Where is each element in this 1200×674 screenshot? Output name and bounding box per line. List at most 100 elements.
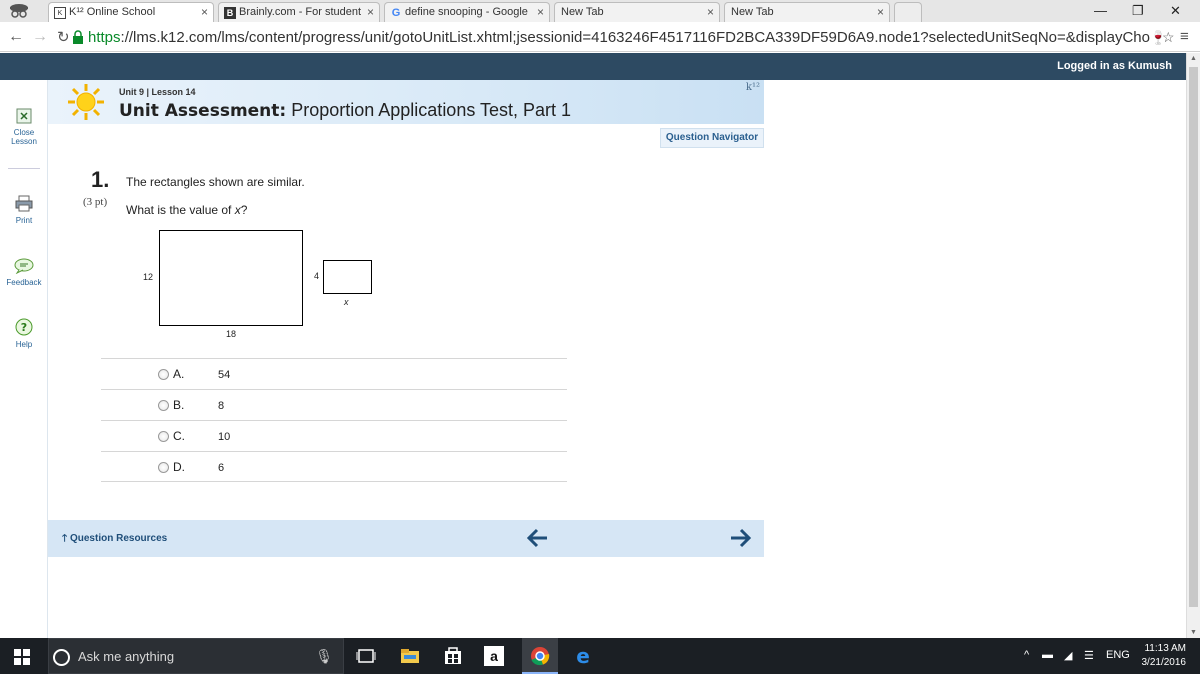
minimize-icon[interactable]: — [1094, 3, 1107, 18]
radio-button[interactable] [158, 369, 169, 380]
url-scheme: https [88, 29, 121, 46]
small-rect-height-label: 4 [314, 271, 320, 281]
printer-icon [15, 195, 33, 212]
answer-choice[interactable]: A. 54 [101, 358, 567, 389]
incognito-user-icon[interactable] [4, 1, 34, 21]
question-navigator-button[interactable]: Question Navigator [660, 128, 764, 148]
cortana-icon [53, 649, 70, 666]
new-tab-button[interactable] [894, 2, 922, 22]
title-rest: Proportion Applications Test, Part 1 [286, 100, 572, 120]
forward-arrow-icon[interactable]: → [32, 28, 48, 46]
help-button[interactable]: ? Help [0, 318, 48, 349]
tab-brainly[interactable]: B Brainly.com - For student × [218, 2, 380, 22]
action-center-icon[interactable]: ☰ [1084, 649, 1094, 662]
svg-text:a: a [490, 648, 498, 664]
question-points: (3 pt) [83, 196, 108, 208]
close-icon[interactable]: × [877, 5, 884, 19]
answer-choice[interactable]: B. 8 [101, 389, 567, 420]
restore-icon[interactable]: ❐ [1132, 3, 1144, 19]
back-arrow-icon[interactable]: ← [8, 28, 24, 46]
clock-time: 11:13 AM [1144, 643, 1186, 654]
question-resources-button[interactable]: 🡑 Question Resources [62, 531, 167, 548]
close-lesson-button[interactable]: Close Lesson [0, 108, 48, 146]
small-rect-width-label: x [344, 297, 349, 307]
browser-tab-bar: K K¹² Online School × B Brainly.com - Fo… [0, 0, 1200, 22]
radio-button[interactable] [158, 431, 169, 442]
answer-choices: A. 54 B. 8 C. 10 D. 6 [101, 358, 567, 482]
scroll-down-icon[interactable]: ▼ [1190, 629, 1197, 636]
choice-letter: D. [173, 460, 185, 474]
search-placeholder: Ask me anything [78, 649, 175, 664]
title-bold: Unit Assessment: [119, 101, 287, 121]
menu-icon[interactable]: ≡ [1180, 28, 1189, 45]
chrome-icon[interactable] [530, 646, 550, 666]
task-view-icon[interactable] [356, 646, 376, 666]
next-arrow-icon[interactable] [728, 528, 752, 548]
tab-title: New Tab [561, 6, 604, 18]
close-lesson-icon [16, 108, 32, 124]
url-path: ://lms.k12.com/lms/content/progress/unit… [120, 29, 1150, 46]
tab-new-1[interactable]: New Tab × [554, 2, 720, 22]
reload-icon[interactable]: ↻ [57, 28, 70, 46]
sun-logo-icon [68, 84, 104, 120]
show-hidden-icons-icon[interactable]: ^ [1024, 649, 1029, 661]
tab-k12[interactable]: K K¹² Online School × [48, 2, 214, 22]
battery-icon[interactable]: ▬ [1042, 649, 1053, 661]
feedback-button[interactable]: Feedback [0, 258, 48, 287]
up-arrow-icon: 🡑 [62, 533, 70, 544]
question-text: The rectangles shown are similar. [126, 175, 305, 189]
scrollbar-thumb[interactable] [1189, 67, 1198, 607]
language-indicator[interactable]: ENG [1106, 649, 1130, 661]
clock-date: 3/21/2016 [1141, 657, 1187, 668]
choice-letter: A. [173, 367, 185, 381]
edge-icon[interactable]: e [573, 646, 593, 666]
close-icon[interactable]: × [367, 5, 374, 19]
close-icon[interactable]: × [707, 5, 714, 19]
page-scrollbar[interactable]: ▲ ▼ [1186, 53, 1200, 638]
tab-google[interactable]: G define snooping - Google × [384, 2, 550, 22]
print-button[interactable]: Print [0, 194, 48, 225]
radio-button[interactable] [158, 462, 169, 473]
radio-button[interactable] [158, 400, 169, 411]
page-title: Unit Assessment: Proportion Applications… [119, 100, 571, 121]
address-bar: ← → ↻ https://lms.k12.com/lms/content/pr… [0, 22, 1200, 52]
window-close-icon[interactable]: ✕ [1170, 3, 1181, 19]
wifi-icon[interactable]: ◢ [1064, 649, 1072, 662]
url-field[interactable]: https://lms.k12.com/lms/content/progress… [88, 29, 1150, 46]
lesson-toolbar: Close Lesson Print Feedback ? Help [0, 80, 48, 638]
bookmark-star-icon[interactable]: ☆ [1162, 29, 1175, 46]
tab-title: define snooping - Google [405, 6, 528, 18]
scroll-up-icon[interactable]: ▲ [1190, 55, 1197, 62]
question-resources-label: Question Resources [69, 533, 168, 544]
svg-text:e: e [576, 646, 590, 666]
previous-arrow-icon[interactable] [526, 528, 550, 548]
question-prompt: What is the value of x? [126, 203, 247, 217]
close-icon[interactable]: × [537, 5, 544, 19]
windows-taskbar: Ask me anything 🎙 a e ^ ▬ ◢ ☰ ENG 11:13 … [0, 638, 1200, 674]
choice-value: 54 [218, 369, 231, 381]
taskbar-clock[interactable]: 11:13 AM 3/21/2016 [1142, 642, 1187, 670]
svg-text:?: ? [21, 321, 27, 334]
logged-in-label: Logged in as Kumush [1057, 60, 1172, 72]
answer-choice[interactable]: D. 6 [101, 451, 567, 482]
brainly-favicon-icon: B [224, 7, 236, 19]
amazon-icon[interactable]: a [484, 646, 504, 666]
close-lesson-label-2: Lesson [11, 137, 37, 146]
cortana-search-box[interactable]: Ask me anything 🎙 [48, 638, 344, 674]
answer-choice[interactable]: C. 10 [101, 420, 567, 451]
file-explorer-icon[interactable] [400, 646, 420, 666]
microphone-icon[interactable]: 🎙 [315, 648, 333, 665]
store-icon[interactable] [443, 646, 463, 666]
tab-new-2[interactable]: New Tab × [724, 2, 890, 22]
close-icon[interactable]: × [201, 5, 208, 19]
choice-value: 8 [218, 400, 225, 412]
windows-start-icon[interactable] [14, 649, 30, 665]
google-favicon-icon: G [391, 7, 401, 19]
site-header: Logged in as Kumush [0, 53, 1186, 80]
large-rectangle [159, 230, 303, 326]
tab-title: K¹² Online School [69, 6, 156, 18]
tab-title: Brainly.com - For student [239, 6, 362, 18]
divider [8, 168, 40, 169]
feedback-label: Feedback [6, 278, 42, 287]
choice-letter: B. [173, 398, 185, 412]
